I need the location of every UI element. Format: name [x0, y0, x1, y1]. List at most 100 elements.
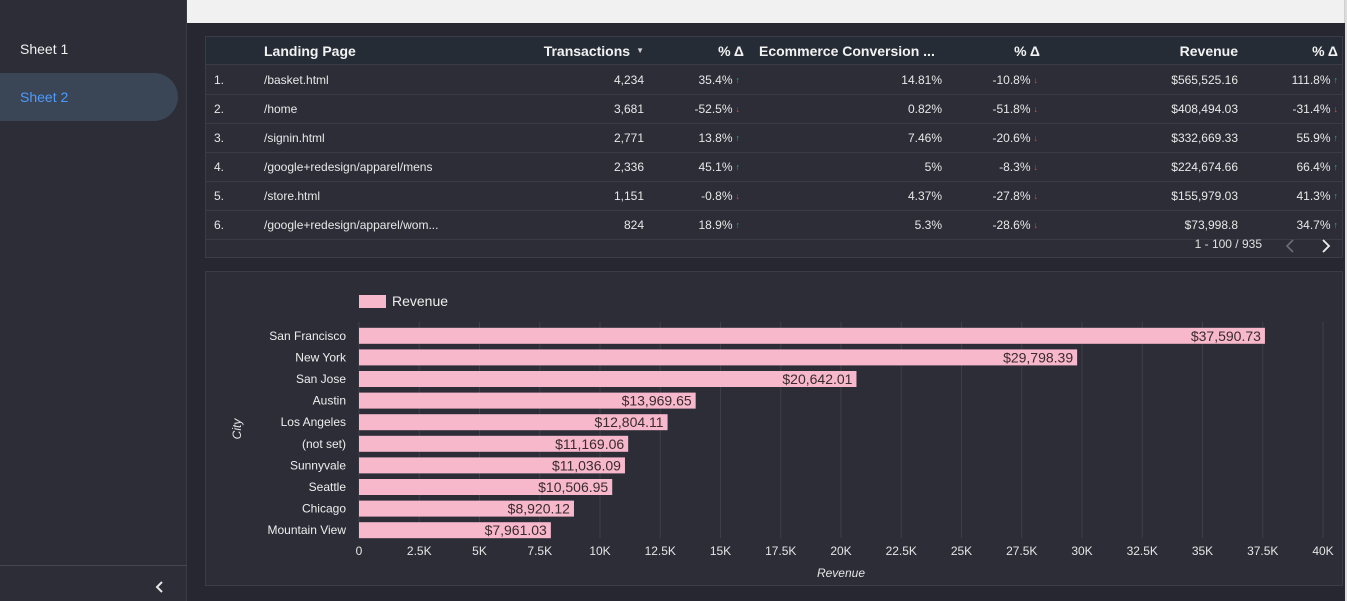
x-tick-label: 17.5K	[765, 544, 796, 558]
revenue-cell: $565,525.16	[1171, 73, 1238, 87]
y-tick-label: Austin	[313, 394, 346, 408]
x-tick-label: 25K	[951, 544, 972, 558]
data-label: $7,961.03	[485, 522, 547, 538]
data-label: $11,169.06	[555, 436, 624, 452]
pct-delta-2-value: -10.8%	[992, 73, 1031, 87]
pct-delta-1-value: -0.8%	[701, 189, 733, 203]
header-transactions-label: Transactions	[543, 42, 631, 59]
chevron-right-icon[interactable]	[1318, 237, 1334, 255]
pct-delta-2-cell: -20.6% ↓	[966, 124, 1038, 152]
pct-delta-2-cell: -51.8% ↓	[966, 95, 1038, 123]
sidebar-item-sheet-2[interactable]: Sheet 2	[0, 73, 178, 121]
arrow-down-icon: ↓	[1033, 162, 1039, 172]
arrow-up-icon: ↑	[735, 220, 741, 230]
header-pct-delta-3[interactable]: % Δ	[1266, 37, 1338, 64]
row-number: 3.	[214, 131, 225, 145]
pct-delta-1-value: 13.8%	[698, 131, 733, 145]
transactions-cell: 4,234	[613, 73, 644, 87]
y-axis-title: City	[230, 418, 244, 440]
landing-page-cell: /google+redesign/apparel/mens	[264, 160, 433, 174]
landing-page-cell: /basket.html	[264, 73, 329, 87]
x-tick-label: 37.5K	[1247, 544, 1278, 558]
legend-swatch	[359, 295, 386, 308]
pct-delta-3-value: 41.3%	[1296, 189, 1331, 203]
pct-delta-2-value: -27.8%	[992, 189, 1031, 203]
y-tick-label: Mountain View	[268, 523, 347, 537]
data-label: $37,590.73	[1191, 328, 1261, 344]
pct-delta-3-value: 66.4%	[1296, 160, 1331, 174]
table-row[interactable]: 3./signin.html 2,771 13.8% ↑ 7.46% -20.6% ↓ $33…	[206, 124, 1342, 153]
arrow-down-icon: ↓	[1033, 133, 1039, 143]
conversion-cell: 5%	[924, 160, 942, 174]
pct-delta-2-value: -28.6%	[992, 218, 1031, 232]
x-tick-label: 12.5K	[645, 544, 676, 558]
table-row[interactable]: 1./basket.html 4,234 35.4% ↑ 14.81% -10.8% ↓ $5…	[206, 66, 1342, 95]
arrow-down-icon: ↓	[1033, 75, 1039, 85]
pct-delta-1-value: 18.9%	[698, 218, 733, 232]
chevron-left-icon[interactable]	[1282, 237, 1298, 255]
x-tick-label: 35K	[1192, 544, 1213, 558]
x-tick-label: 7.5K	[527, 544, 552, 558]
row-number: 2.	[214, 102, 225, 116]
arrow-up-icon: ↑	[1333, 75, 1339, 85]
pct-delta-2-value: -8.3%	[999, 160, 1031, 174]
landing-page-cell: /store.html	[264, 189, 321, 203]
pct-delta-3-value: 111.8%	[1291, 73, 1331, 87]
transactions-cell: 3,681	[613, 102, 644, 116]
pct-delta-1-cell: 35.4% ↑	[666, 66, 740, 94]
data-label: $10,506.95	[538, 479, 608, 495]
header-landing-page[interactable]: Landing Page	[264, 37, 484, 64]
pct-delta-3-cell: -31.4% ↓	[1266, 95, 1338, 123]
header-transactions[interactable]: Transactions ▼	[506, 37, 644, 64]
revenue-by-city-chart: 0 2.5K 5K 7.5K 10K 12.5K 15K 17.5K 20K 22.5K 25K 27…	[205, 271, 1343, 586]
arrow-up-icon: ↑	[1333, 191, 1339, 201]
table-row[interactable]: 4. /google+redesign/apparel/mens 2,336 45.1…	[206, 153, 1342, 182]
row-number: 4.	[214, 160, 225, 174]
header-pct-delta-1[interactable]: % Δ	[666, 37, 744, 64]
data-label: $11,036.09	[552, 457, 621, 473]
pct-delta-2-cell: -27.8% ↓	[966, 182, 1038, 210]
header-pct-delta-2[interactable]: % Δ	[966, 37, 1040, 64]
data-label: $29,798.39	[1003, 349, 1073, 365]
header-ecommerce-conversion[interactable]: Ecommerce Conversion ...	[759, 37, 944, 64]
header-revenue[interactable]: Revenue	[1106, 37, 1238, 64]
pct-delta-1-cell: -0.8% ↓	[666, 182, 740, 210]
transactions-cell: 2,771	[613, 131, 644, 145]
pct-delta-3-cell: 41.3% ↑	[1266, 182, 1338, 210]
pct-delta-1-cell: 13.8% ↑	[666, 124, 740, 152]
data-label: $12,804.11	[595, 414, 664, 430]
data-label: $13,969.65	[622, 393, 692, 409]
arrow-up-icon: ↑	[735, 75, 741, 85]
data-label: $20,642.01	[782, 371, 852, 387]
x-tick-label: 10K	[589, 544, 610, 558]
y-tick-label: Los Angeles	[281, 415, 346, 429]
x-tick-label: 32.5K	[1127, 544, 1158, 558]
x-tick-label: 2.5K	[407, 544, 432, 558]
landing-page-table: Landing Page Transactions ▼ % Δ Ecommerce…	[205, 36, 1343, 258]
pct-delta-1-cell: 45.1% ↑	[666, 153, 740, 181]
pct-delta-3-value: -31.4%	[1292, 102, 1331, 116]
pct-delta-1-value: 35.4%	[698, 73, 733, 87]
arrow-up-icon: ↑	[1333, 133, 1339, 143]
arrow-down-icon: ↓	[735, 104, 741, 114]
arrow-up-icon: ↑	[735, 162, 741, 172]
revenue-cell: $224,674.66	[1171, 160, 1238, 174]
table-row[interactable]: 5./store.html 1,151 -0.8% ↓ 4.37% -27.8% ↓ $155…	[206, 182, 1342, 211]
sidebar-item-sheet-1[interactable]: Sheet 1	[0, 25, 178, 73]
arrow-down-icon: ↓	[1033, 220, 1039, 230]
y-tick-label: San Francisco	[269, 329, 346, 343]
chevron-left-icon[interactable]	[153, 580, 167, 594]
report-header-strip	[187, 0, 1345, 23]
arrow-down-icon: ↓	[735, 191, 741, 201]
table-header: Landing Page Transactions ▼ % Δ Ecommerce…	[206, 37, 1342, 65]
table-row[interactable]: 6. /google+redesign/apparel/wom... 824 18.9…	[206, 211, 1342, 240]
arrow-up-icon: ↑	[1333, 220, 1339, 230]
legend-label: Revenue	[392, 293, 448, 309]
conversion-cell: 14.81%	[901, 73, 942, 87]
table-row[interactable]: 2./home 3,681 -52.5% ↓ 0.82% -51.8% ↓ $408,494.…	[206, 95, 1342, 124]
y-tick-label: Chicago	[302, 502, 346, 516]
landing-page-cell: /signin.html	[264, 131, 325, 145]
conversion-cell: 7.46%	[907, 131, 942, 145]
x-tick-label: 22.5K	[886, 544, 917, 558]
pct-delta-3-cell: 111.8% ↑	[1266, 66, 1338, 94]
